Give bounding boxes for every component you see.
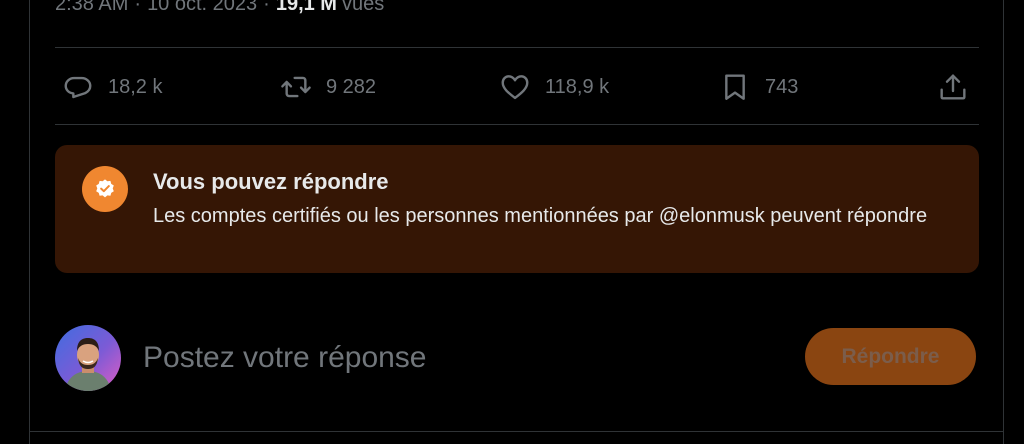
notice-body: Les comptes certifiés ou les personnes m… [153, 205, 928, 227]
reply-input[interactable] [143, 336, 743, 380]
heart-icon [501, 75, 529, 100]
like-button[interactable]: 118,9 k [499, 68, 609, 106]
bookmark-button[interactable]: 743 [719, 68, 798, 106]
tweet-time[interactable]: 2:38 AM [55, 0, 128, 16]
reply-button[interactable]: 18,2 k [62, 68, 162, 106]
avatar[interactable] [55, 325, 121, 391]
divider [30, 431, 1003, 432]
reply-submit-button[interactable]: Répondre [805, 328, 976, 385]
tweet-detail-page: 2:38 AM · 10 oct. 2023 · 19,1 M vues 18,… [0, 0, 1024, 444]
reply-count: 18,2 k [108, 75, 163, 98]
share-icon [940, 74, 966, 100]
repost-button[interactable]: 9 282 [280, 68, 376, 106]
tweet-metadata: 2:38 AM · 10 oct. 2023 · 19,1 M vues [55, 0, 384, 20]
bookmark-icon [725, 74, 745, 100]
views-label: vues [341, 0, 385, 15]
reply-icon [64, 76, 92, 99]
repost-icon [281, 76, 311, 98]
like-count: 118,9 k [545, 75, 610, 98]
repost-count: 9 282 [326, 75, 377, 98]
tweet-date[interactable]: 10 oct. 2023 [147, 0, 257, 16]
divider [55, 47, 979, 48]
column-border-right [1003, 0, 1004, 444]
user-photo [65, 338, 111, 391]
share-button[interactable] [937, 68, 969, 106]
meta-separator: · [134, 0, 142, 15]
verified-badge-icon [82, 166, 128, 212]
views-count: 19,1 M [275, 0, 337, 15]
bookmark-count: 743 [765, 75, 799, 98]
verified-check-icon [96, 179, 114, 198]
reply-restriction-notice: Vous pouvez répondre Les comptes certifi… [55, 145, 979, 273]
notice-title: Vous pouvez répondre [153, 169, 389, 194]
divider [55, 124, 979, 125]
meta-separator: · [263, 0, 270, 15]
column-border-left [29, 0, 30, 444]
